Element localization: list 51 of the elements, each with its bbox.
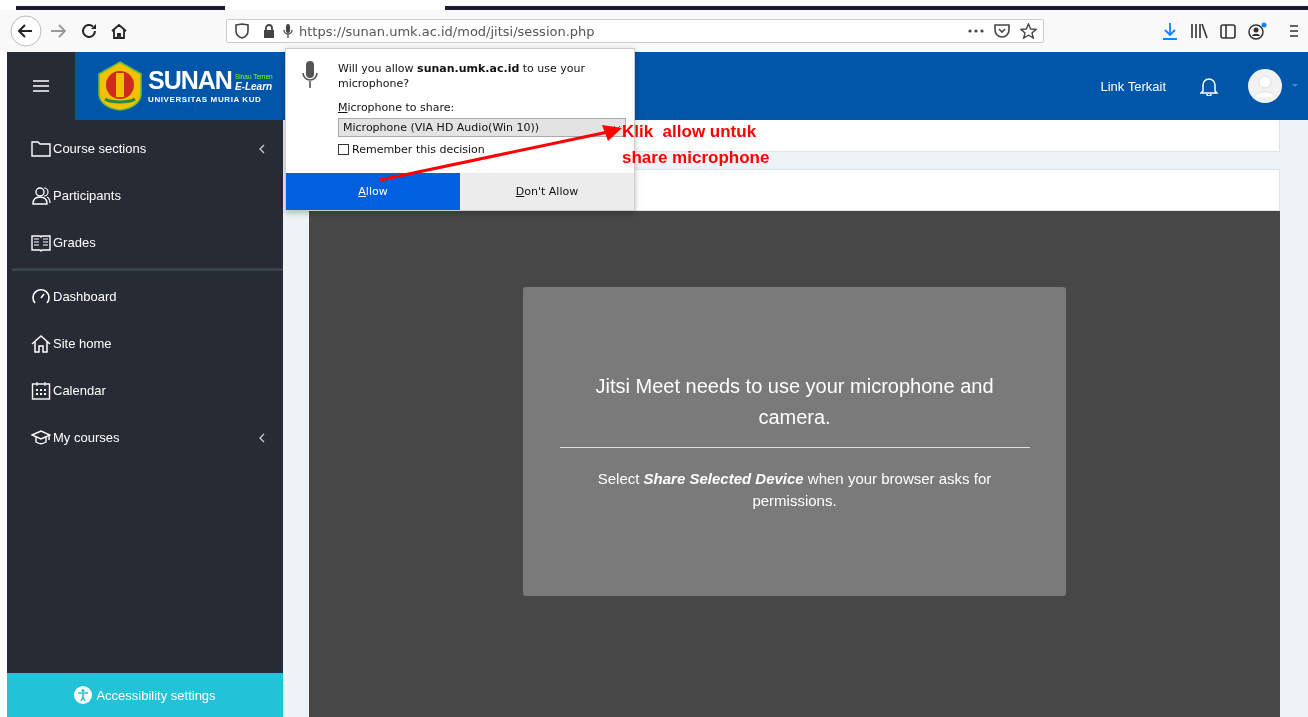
graduation-cap-icon — [31, 428, 51, 447]
address-bar[interactable]: https://sunan.umk.ac.id/mod/jitsi/session.php — [226, 19, 1044, 43]
menu-icon[interactable] — [1290, 24, 1298, 38]
shield-icon[interactable] — [235, 23, 249, 39]
nav-item[interactable]: Course sections — [7, 125, 283, 172]
download-icon[interactable] — [1162, 22, 1178, 40]
accessibility-icon — [74, 686, 93, 704]
notice-title: Jitsi Meet needs to use your microphone and camera. — [594, 374, 995, 430]
microphone-icon[interactable] — [283, 23, 293, 39]
brand-name: SUNAN — [148, 68, 232, 93]
microphone-icon — [302, 61, 318, 89]
folder-icon — [31, 139, 51, 158]
more-icon[interactable] — [968, 29, 984, 33]
nav-item[interactable]: Calendar — [7, 367, 283, 414]
library-icon[interactable] — [1190, 23, 1208, 39]
sidebar-icon[interactable] — [1220, 23, 1236, 39]
calendar-icon — [31, 380, 51, 401]
people-icon — [31, 185, 51, 206]
allow-button[interactable]: Allow — [286, 173, 460, 210]
permission-question: Will you allow sunan.umk.ac.id to use your microphone? — [338, 61, 587, 91]
star-icon[interactable] — [1020, 22, 1037, 40]
pocket-icon[interactable] — [994, 23, 1010, 39]
menu-button[interactable] — [7, 52, 75, 120]
nav-item[interactable]: Dashboard — [7, 273, 283, 320]
menu-icon — [33, 80, 49, 92]
url-text: https://sunan.umk.ac.id/mod/jitsi/session.php — [299, 23, 595, 39]
account-icon[interactable] — [1248, 22, 1268, 40]
university-name: UNIVERSITAS MURIA KUD — [148, 95, 262, 104]
link-terkait-link[interactable]: Link Terkait — [1100, 78, 1166, 94]
house-icon — [31, 333, 51, 354]
subtitle: E-Learn — [234, 81, 273, 93]
lock-icon[interactable] — [263, 24, 275, 38]
nav-item[interactable]: Grades — [7, 219, 283, 266]
deny-button[interactable]: Don't Allow — [460, 173, 634, 210]
nav-item[interactable]: Participants — [7, 172, 283, 219]
checkbox-label: Remember this decision — [352, 143, 485, 156]
book-icon — [31, 233, 51, 252]
chevron-icon — [613, 125, 621, 130]
nav-item[interactable]: Site home — [7, 320, 283, 367]
avatar-icon[interactable] — [1248, 69, 1282, 103]
chevron-icon — [259, 143, 265, 154]
field-label: Microphone to share: — [338, 101, 456, 114]
notice-text: Select Share Selected Device when your browser asks for permissions. — [596, 469, 993, 511]
home-icon[interactable] — [110, 22, 128, 40]
reload-icon[interactable] — [80, 22, 98, 40]
chevron-icon — [259, 432, 265, 443]
checkbox[interactable] — [338, 144, 349, 155]
bell-icon[interactable] — [1200, 76, 1218, 96]
back-icon[interactable] — [10, 15, 42, 47]
nav-item[interactable]: My courses — [7, 414, 283, 461]
emblem-icon — [97, 61, 143, 111]
